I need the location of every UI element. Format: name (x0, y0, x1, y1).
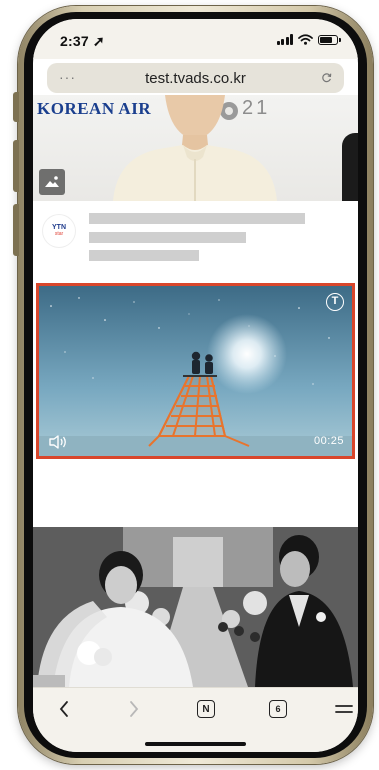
tabs-icon: 6 (269, 700, 287, 718)
battery-icon (318, 35, 341, 45)
status-icons (276, 33, 341, 45)
naver-home-button[interactable]: N (191, 696, 221, 722)
naver-icon: N (197, 700, 215, 718)
battery-level (320, 37, 332, 43)
browser-toolbar: N 6 (33, 687, 358, 752)
volume-up-button (13, 140, 19, 192)
menu-button[interactable] (329, 696, 358, 722)
back-button[interactable] (49, 696, 79, 722)
background-person (342, 133, 358, 201)
signal-icon (276, 34, 293, 45)
person-photo (113, 95, 277, 201)
speaker-icon[interactable] (48, 434, 68, 450)
news-article-row[interactable]: YTN star (33, 201, 358, 283)
url-text[interactable]: test.tvads.co.kr (47, 70, 344, 87)
video-duration: 00:25 (313, 435, 344, 447)
video-frame (39, 286, 352, 456)
home-indicator[interactable] (145, 742, 246, 746)
wedding-photo[interactable] (33, 527, 358, 687)
hamburger-icon (335, 705, 353, 713)
address-bar[interactable]: ··· test.tvads.co.kr (47, 63, 344, 93)
chevron-left-icon (59, 701, 68, 717)
location-arrow-icon: ➚ (92, 33, 105, 49)
headline-placeholder (89, 250, 199, 261)
video-ad[interactable]: T 00:25 (36, 283, 355, 459)
headline-placeholder (89, 213, 305, 224)
wifi-icon (298, 34, 313, 45)
wedding-scene (33, 527, 358, 687)
mute-switch (13, 92, 19, 122)
hero-image[interactable]: KOREAN AIR 21 (33, 95, 358, 201)
chevron-right-icon (130, 701, 139, 717)
headline-placeholder (89, 232, 246, 243)
reload-icon[interactable] (321, 72, 332, 83)
image-icon[interactable] (39, 169, 65, 195)
status-time: 2:37 ➚ (60, 33, 105, 49)
volume-down-button (13, 204, 19, 256)
status-bar: 2:37 ➚ (33, 19, 358, 59)
publisher-logo: YTN star (43, 215, 75, 247)
ad-badge[interactable]: T (326, 293, 344, 311)
forward-button[interactable] (119, 696, 149, 722)
tabs-button[interactable]: 6 (263, 696, 293, 722)
phone-screen: 2:37 ➚ ··· test.tvads.co.kr KOREAN AIR 2… (33, 19, 358, 752)
